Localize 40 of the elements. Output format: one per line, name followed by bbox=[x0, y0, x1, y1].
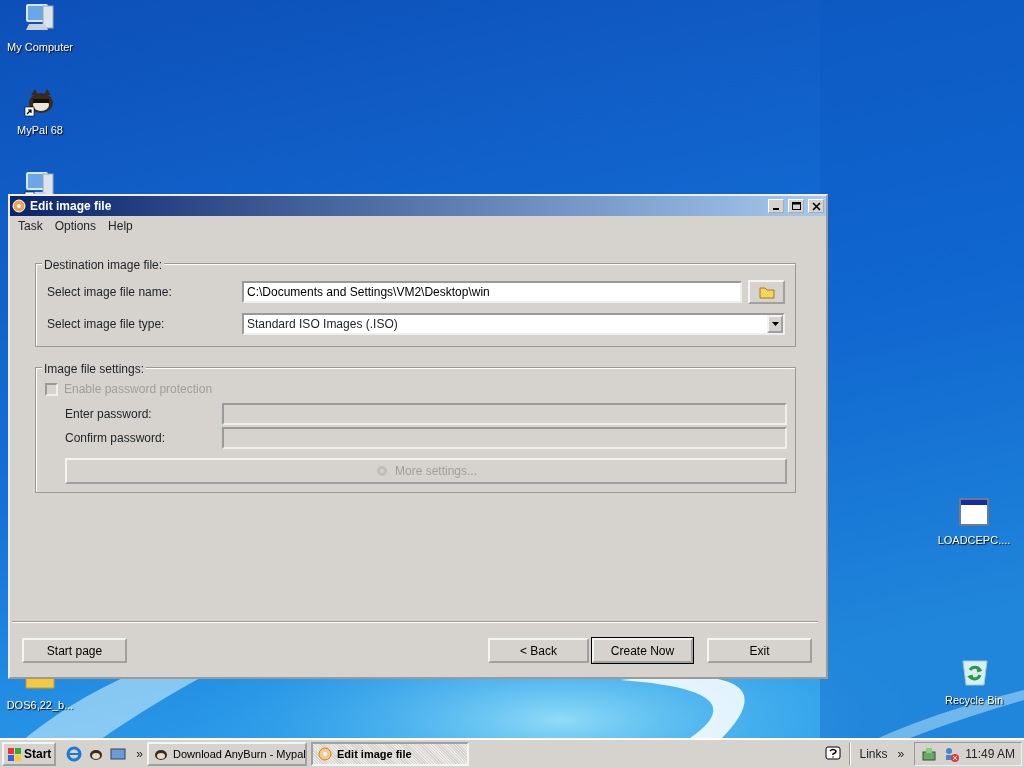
field-label: Select image file type: bbox=[47, 316, 166, 333]
window-title: Edit image file bbox=[30, 198, 113, 215]
taskbar-button[interactable]: Edit image file bbox=[311, 742, 470, 766]
more-chevron[interactable]: » bbox=[897, 745, 905, 763]
window-icon[interactable] bbox=[957, 495, 991, 529]
maximize-icon bbox=[790, 200, 802, 212]
dialog-button[interactable]: Exit bbox=[707, 638, 812, 663]
menu-item[interactable]: Help bbox=[102, 217, 139, 235]
desktop-icon-label[interactable]: LOADCEPC.... bbox=[937, 532, 1011, 549]
help-icon[interactable] bbox=[825, 746, 842, 762]
disc-icon bbox=[12, 199, 26, 213]
desktop-icon-label[interactable]: Recycle Bin bbox=[944, 692, 1004, 709]
browser-icon[interactable] bbox=[66, 746, 83, 762]
close-button[interactable] bbox=[808, 199, 824, 213]
dialog-button[interactable]: Start page bbox=[22, 638, 127, 663]
start-button[interactable]: Start bbox=[2, 742, 57, 766]
dialog-button[interactable]: Create Now bbox=[592, 638, 693, 663]
clock: 11:49 AM bbox=[965, 746, 1015, 763]
dialog-button[interactable]: < Back bbox=[488, 638, 589, 663]
maximize-button[interactable] bbox=[788, 199, 804, 213]
field-label: Enter password: bbox=[64, 406, 153, 423]
minimize-button[interactable] bbox=[768, 199, 784, 213]
disc-icon bbox=[317, 746, 334, 762]
desktop-icon[interactable] bbox=[110, 746, 127, 762]
folder-icon bbox=[758, 286, 775, 300]
desktop-icon-label[interactable]: My Computer bbox=[7, 39, 73, 56]
file-type-dropdown[interactable]: Standard ISO Images (.ISO) bbox=[242, 313, 785, 335]
links-toolbar[interactable]: Links bbox=[859, 745, 888, 763]
file-name-field[interactable]: C:\Documents and Settings\VM2\Desktop\win bbox=[242, 281, 742, 303]
menu-item[interactable]: Task bbox=[12, 217, 49, 235]
field-label: Select image file name: bbox=[47, 284, 173, 301]
more-chevron[interactable]: » bbox=[136, 745, 144, 763]
minimize-icon bbox=[773, 208, 779, 210]
menu-item[interactable]: Options bbox=[48, 217, 103, 235]
taskbar-button[interactable]: Download AnyBurn - Mypal bbox=[147, 742, 308, 766]
user-error-icon[interactable] bbox=[943, 746, 960, 762]
close-icon bbox=[810, 200, 822, 212]
field-label: Confirm password: bbox=[64, 430, 167, 447]
windows-flag-icon bbox=[7, 747, 21, 761]
desktop-icon-label[interactable]: MyPal 68 bbox=[17, 122, 63, 139]
